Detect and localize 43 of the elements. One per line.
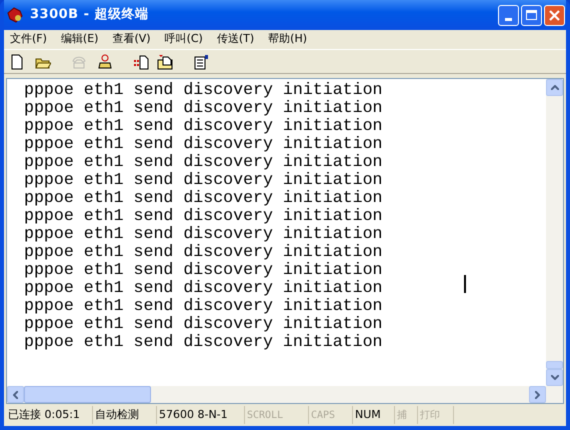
status-pane: 捕 [395, 406, 418, 424]
vertical-scrollbar[interactable] [546, 79, 563, 386]
terminal-line: pppoe eth1 send discovery initiation [24, 207, 382, 225]
status-pane: 已连接 0:05:1 [6, 406, 93, 424]
scroll-down-button[interactable] [546, 369, 563, 386]
status-pane: CAPS [309, 406, 353, 424]
minimize-button[interactable] [498, 4, 519, 26]
terminal-line: pppoe eth1 send discovery initiation [24, 297, 382, 315]
status-pane: 自动检测 [93, 406, 157, 424]
menu-item[interactable]: 传送(T) [216, 31, 254, 48]
terminal-line: pppoe eth1 send discovery initiation [24, 99, 382, 117]
terminal-line: pppoe eth1 send discovery initiation [24, 243, 382, 261]
horizontal-scrollbar[interactable] [7, 386, 563, 403]
menu-item[interactable]: 帮助(H) [268, 31, 308, 48]
terminal-line: pppoe eth1 send discovery initiation [24, 171, 382, 189]
maximize-button[interactable] [521, 4, 542, 26]
text-cursor-icon [464, 275, 466, 293]
terminal-line: pppoe eth1 send discovery initiation [24, 117, 382, 135]
terminal-line: pppoe eth1 send discovery initiation [24, 225, 382, 243]
terminal-line: pppoe eth1 send discovery initiation [24, 189, 382, 207]
close-button[interactable] [544, 4, 565, 26]
menu-item[interactable]: 呼叫(C) [164, 31, 203, 48]
terminal-line: pppoe eth1 send discovery initiation [24, 81, 382, 99]
menu-item[interactable]: 编辑(E) [60, 31, 98, 48]
terminal-line: pppoe eth1 send discovery initiation [24, 153, 382, 171]
menu-item[interactable]: 查看(V) [112, 31, 151, 48]
status-pane: 57600 8-N-1 [157, 406, 245, 424]
terminal-line: pppoe eth1 send discovery initiation [24, 135, 382, 153]
status-pane: SCROLL [245, 406, 309, 424]
close-icon [549, 10, 560, 20]
scroll-left-button[interactable] [7, 386, 24, 403]
terminal-line: pppoe eth1 send discovery initiation [24, 261, 382, 279]
status-pane: 打印 [418, 406, 454, 424]
terminal-line: pppoe eth1 send discovery initiation [24, 279, 382, 297]
status-pane: NUM [353, 406, 395, 424]
terminal-line: pppoe eth1 send discovery initiation [24, 333, 382, 351]
window-title: 3300B - 超级终端 [30, 6, 149, 24]
terminal-line: pppoe eth1 send discovery initiation [24, 315, 382, 333]
scroll-up-button[interactable] [546, 79, 563, 96]
menu-item[interactable]: 文件(F) [10, 31, 47, 48]
scroll-thumb[interactable] [24, 386, 151, 403]
scroll-thumb[interactable] [546, 361, 563, 369]
scroll-right-button[interactable] [529, 386, 546, 403]
